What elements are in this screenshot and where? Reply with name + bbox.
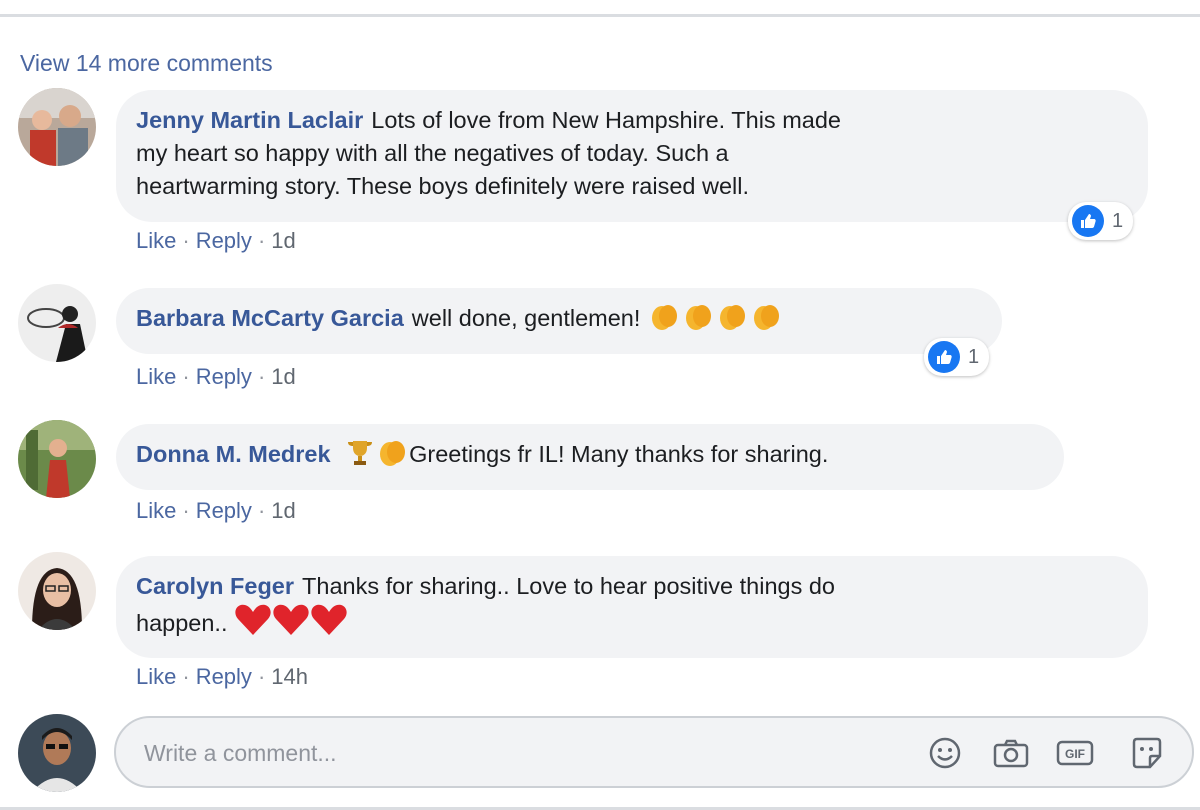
like-button[interactable]: Like xyxy=(136,664,176,689)
avatar[interactable] xyxy=(18,552,96,630)
comment-text: Thanks for sharing.. Love to hear positi… xyxy=(302,573,836,599)
comment-text: well done, gentlemen! xyxy=(411,305,641,331)
like-button[interactable]: Like xyxy=(136,364,176,389)
reaction-count: 1 xyxy=(1112,209,1124,232)
comment-text: happen.. xyxy=(136,610,228,636)
separator: · xyxy=(182,664,190,689)
comment-text: my heart so happy with all the negatives… xyxy=(136,140,729,166)
comment-author[interactable]: Barbara McCarty Garcia xyxy=(136,305,404,331)
separator: · xyxy=(182,228,190,253)
like-button[interactable]: Like xyxy=(136,498,176,523)
comment-timestamp[interactable]: 14h xyxy=(271,664,308,689)
comment-composer: GIF xyxy=(114,716,1194,788)
clapping-hands-emoji-group xyxy=(647,305,783,331)
svg-text:GIF: GIF xyxy=(1065,747,1085,761)
separator: · xyxy=(257,228,266,253)
comment-timestamp[interactable]: 1d xyxy=(271,364,295,389)
heart-emoji-group xyxy=(234,604,348,636)
clapping-hands-icon xyxy=(719,305,745,330)
clapping-hands-icon xyxy=(753,305,779,330)
comment-bubble: Jenny Martin Laclair Lots of love from Ne… xyxy=(116,90,1148,222)
comment-bubble: Carolyn Feger Thanks for sharing.. Love t… xyxy=(116,556,1148,658)
clapping-hands-icon xyxy=(380,441,406,466)
like-reaction-icon xyxy=(1072,205,1104,237)
clapping-hands-icon xyxy=(651,305,677,330)
current-user-avatar[interactable] xyxy=(18,714,96,792)
comment-author[interactable]: Jenny Martin Laclair xyxy=(136,107,363,133)
avatar[interactable] xyxy=(18,420,96,498)
reaction-count: 1 xyxy=(968,345,980,368)
heart-icon xyxy=(235,604,271,635)
reply-button[interactable]: Reply xyxy=(196,498,252,523)
reaction-summary[interactable]: 1 xyxy=(1068,202,1134,240)
comment-timestamp[interactable]: 1d xyxy=(271,228,295,253)
comment-timestamp[interactable]: 1d xyxy=(271,498,295,523)
like-button[interactable]: Like xyxy=(136,228,176,253)
heart-icon xyxy=(311,604,347,635)
separator: · xyxy=(257,498,266,523)
comment-input[interactable] xyxy=(142,732,906,774)
separator: · xyxy=(182,498,190,523)
reaction-summary[interactable]: 1 xyxy=(924,338,990,376)
reply-button[interactable]: Reply xyxy=(196,228,252,253)
comment-text: heartwarming story. These boys definitel… xyxy=(136,173,750,199)
like-reaction-icon xyxy=(928,341,960,373)
comment-author[interactable]: Donna M. Medrek xyxy=(136,441,331,467)
heart-icon xyxy=(273,604,309,635)
separator: · xyxy=(257,664,266,689)
clapping-hands-icon xyxy=(685,305,711,330)
comment-actions: Like · Reply · 14h xyxy=(136,664,308,690)
emoji-icon[interactable] xyxy=(926,736,964,770)
comment-actions: Like · Reply · 1d xyxy=(136,498,296,524)
reply-button[interactable]: Reply xyxy=(196,664,252,689)
gif-icon[interactable]: GIF xyxy=(1056,736,1094,770)
trophy-icon xyxy=(348,441,373,465)
comment-actions: Like · Reply · 1d xyxy=(136,364,296,390)
separator: · xyxy=(257,364,266,389)
reply-button[interactable]: Reply xyxy=(196,364,252,389)
sticker-icon[interactable] xyxy=(1128,736,1166,770)
camera-icon[interactable] xyxy=(992,736,1030,770)
comment-text: Greetings fr IL! Many thanks for sharing… xyxy=(409,441,829,467)
comment-actions: Like · Reply · 1d xyxy=(136,228,296,254)
comment-bubble: Barbara McCarty Garcia well done, gentlem… xyxy=(116,288,1002,354)
avatar[interactable] xyxy=(18,88,96,166)
comment-text: Lots of love from New Hampshire. This ma… xyxy=(371,107,841,133)
comment-bubble: Donna M. Medrek Greetings fr IL! Many th… xyxy=(116,424,1064,490)
separator: · xyxy=(182,364,190,389)
top-divider xyxy=(0,14,1200,17)
view-more-comments-link[interactable]: View 14 more comments xyxy=(20,50,273,77)
avatar[interactable] xyxy=(18,284,96,362)
comment-author[interactable]: Carolyn Feger xyxy=(136,573,294,599)
